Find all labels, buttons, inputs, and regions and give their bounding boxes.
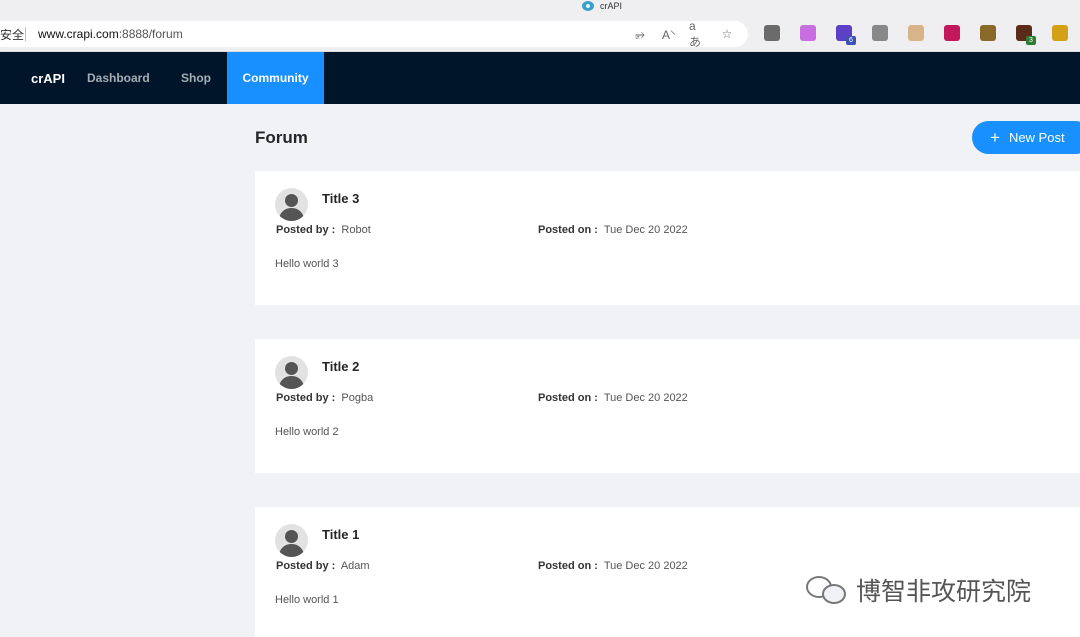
url-text[interactable]: www.crapi.com:8888/forum [38, 27, 183, 41]
avatar [275, 524, 308, 557]
nav-item-dashboard[interactable]: Dashboard [87, 52, 150, 104]
nav-item-shop[interactable]: Shop [181, 52, 211, 104]
extension-badge: 6 [846, 36, 856, 45]
extension-badge: 3 [1026, 36, 1036, 45]
avatar [275, 356, 308, 389]
address-separator [25, 27, 26, 41]
url-host: www.crapi.com [38, 27, 119, 41]
post-title[interactable]: Title 1 [322, 527, 359, 542]
post-content: Hello world 3 [275, 258, 339, 270]
date-value: Tue Dec 20 2022 [603, 392, 688, 404]
posted-by-label: Posted by : [276, 224, 336, 236]
post-title[interactable]: Title 3 [322, 191, 359, 206]
posted-on-label: Posted on : [538, 392, 598, 404]
post-date: Posted on : Tue Dec 20 2022 [538, 560, 688, 572]
post-author: Posted by : Adam [276, 560, 370, 572]
panda-extension-icon[interactable] [872, 25, 888, 41]
author-name: Robot [341, 224, 371, 236]
post-content: Hello world 2 [275, 426, 339, 438]
post-author: Posted by : Pogba [276, 392, 373, 404]
browser-tab-strip: crAPI [0, 0, 1080, 14]
wechat-watermark: 博智非攻研究院 [806, 572, 1031, 608]
post-title[interactable]: Title 2 [322, 359, 359, 374]
browser-tab[interactable]: crAPI [582, 0, 622, 12]
bee-extension-icon[interactable] [1052, 25, 1068, 41]
new-post-button[interactable]: + New Post [972, 121, 1080, 154]
posted-by-label: Posted by : [276, 560, 336, 572]
security-label[interactable]: 安全 [0, 26, 24, 43]
page-title: Forum [255, 128, 308, 147]
post-card[interactable]: Title 3 Posted by : Robot Posted on : Tu… [255, 171, 1080, 305]
diamond-extension-icon[interactable] [908, 25, 924, 41]
plus-icon: + [990, 128, 1000, 147]
date-value: Tue Dec 20 2022 [603, 224, 688, 236]
app-nav-bar: crAPI Dashboard Shop Community [0, 52, 1080, 104]
date-value: Tue Dec 20 2022 [603, 560, 688, 572]
post-date: Posted on : Tue Dec 20 2022 [538, 224, 688, 236]
avatar [275, 188, 308, 221]
nav-item-community[interactable]: Community [227, 52, 324, 104]
url-path: :8888/forum [118, 27, 183, 41]
posted-on-label: Posted on : [538, 560, 598, 572]
cube-extension-icon[interactable]: 6 [836, 25, 856, 45]
post-card[interactable]: Title 2 Posted by : Pogba Posted on : Tu… [255, 339, 1080, 473]
posted-by-label: Posted by : [276, 392, 336, 404]
post-content: Hello world 1 [275, 594, 339, 606]
posted-on-label: Posted on : [538, 224, 598, 236]
h-extension-icon[interactable] [944, 25, 960, 41]
author-name: Adam [340, 560, 370, 572]
add-favorite-icon[interactable]: ☆ [719, 26, 735, 42]
address-bar[interactable]: 安全 www.crapi.com:8888/forum ⭈ A⸌ aあ ☆ [0, 19, 748, 49]
brand-logo[interactable]: crAPI [31, 52, 65, 104]
browser-toolbar: 安全 www.crapi.com:8888/forum ⭈ A⸌ aあ ☆ 6 3 [0, 14, 1080, 52]
tab-title: crAPI [600, 1, 623, 11]
purple-circle-icon[interactable] [800, 25, 816, 41]
dark-extension-icon[interactable]: 3 [1016, 25, 1036, 45]
translate-icon[interactable]: aあ [689, 19, 705, 49]
key-icon[interactable]: ⭈ [632, 26, 648, 42]
post-author: Posted by : Robot [276, 224, 371, 236]
wechat-icon [806, 574, 848, 606]
author-name: Pogba [341, 392, 374, 404]
react-favicon-icon [582, 1, 594, 11]
new-post-label: New Post [1008, 130, 1065, 145]
collections-icon[interactable] [764, 25, 780, 41]
watermark-text: 博智非攻研究院 [856, 578, 1032, 606]
post-date: Posted on : Tue Dec 20 2022 [538, 392, 688, 404]
pilcrow-extension-icon[interactable] [980, 25, 996, 41]
read-aloud-icon[interactable]: A⸌ [661, 26, 677, 42]
